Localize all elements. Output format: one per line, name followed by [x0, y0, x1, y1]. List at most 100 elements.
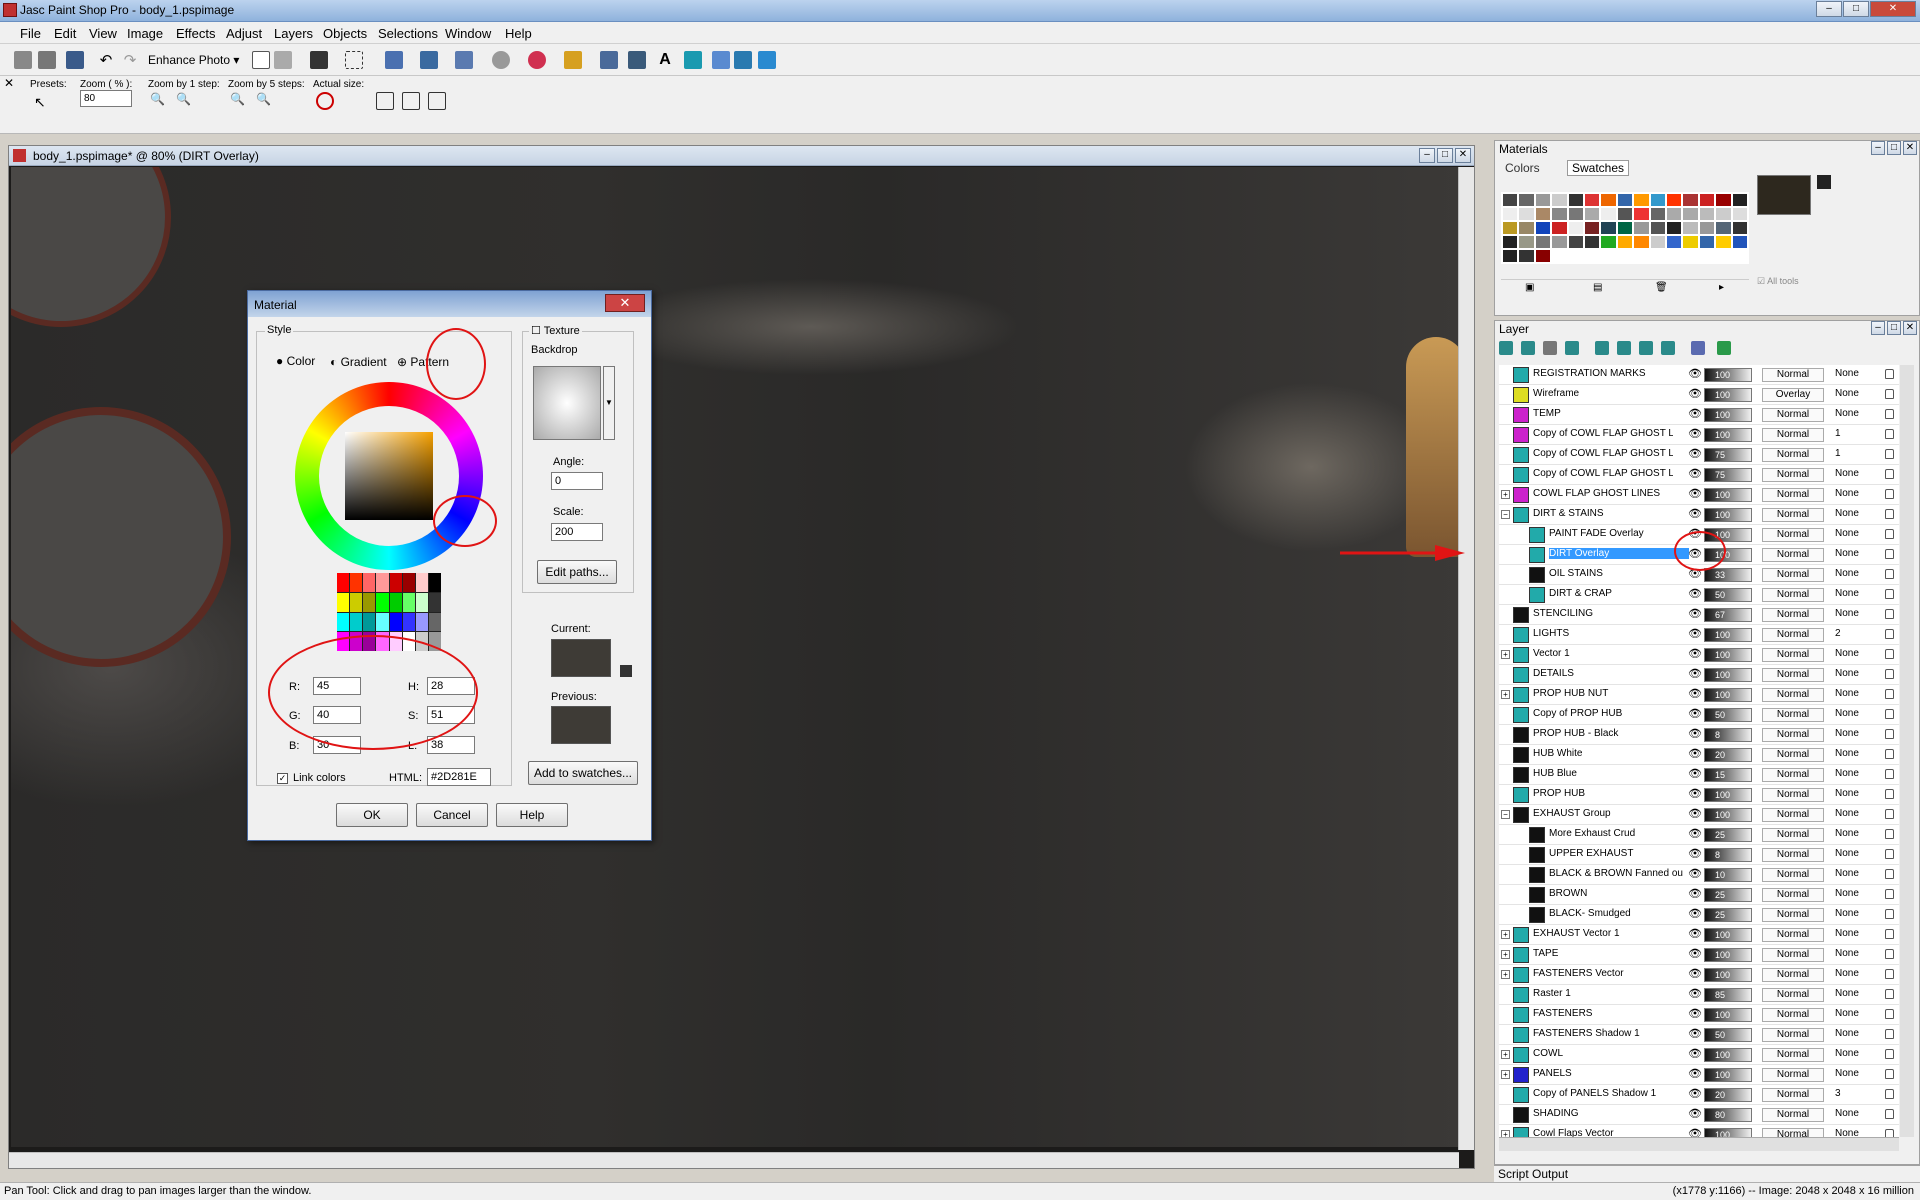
brush-tool-icon[interactable] [564, 51, 582, 69]
lock-icon[interactable] [1885, 549, 1894, 559]
layer-row[interactable]: Copy of COWL FLAP GHOST LI 👁 100 Normal 1 [1499, 425, 1899, 445]
scale-input[interactable] [551, 523, 603, 541]
visibility-eye-icon[interactable]: 👁 [1688, 709, 1702, 720]
lock-icon[interactable] [1885, 369, 1894, 379]
layer-name[interactable]: OIL STAINS [1549, 568, 1689, 579]
visibility-eye-icon[interactable]: 👁 [1688, 669, 1702, 680]
opacity-slider[interactable]: 100 [1704, 408, 1752, 422]
lock-icon[interactable] [1885, 1129, 1894, 1137]
menu-objects[interactable]: Objects [323, 26, 367, 41]
lock-icon[interactable] [1885, 929, 1894, 939]
blend-mode-select[interactable]: Normal [1762, 628, 1824, 642]
expand-toggle-icon[interactable]: + [1501, 690, 1510, 699]
menu-image[interactable]: Image [127, 26, 163, 41]
blend-mode-select[interactable]: Normal [1762, 668, 1824, 682]
link-set-value[interactable]: None [1835, 948, 1859, 959]
link-set-value[interactable]: None [1835, 1028, 1859, 1039]
blend-mode-select[interactable]: Normal [1762, 1128, 1824, 1137]
opacity-slider[interactable]: 100 [1704, 948, 1752, 962]
opacity-slider[interactable]: 100 [1704, 1068, 1752, 1082]
dialog-close-button[interactable]: ✕ [605, 294, 645, 312]
lock-icon[interactable] [1885, 689, 1894, 699]
lock-icon[interactable] [1885, 869, 1894, 879]
opacity-slider[interactable]: 100 [1704, 968, 1752, 982]
link-set-value[interactable]: None [1835, 748, 1859, 759]
cancel-button[interactable]: Cancel [416, 803, 488, 827]
expand-toggle-icon[interactable]: + [1501, 490, 1510, 499]
expand-toggle-icon[interactable]: + [1501, 1130, 1510, 1137]
menu-selections[interactable]: Selections [378, 26, 438, 41]
link-set-value[interactable]: None [1835, 528, 1859, 539]
blend-mode-select[interactable]: Normal [1762, 1048, 1824, 1062]
layer-row[interactable]: SHADING 👁 80 Normal None [1499, 1105, 1899, 1125]
blend-mode-select[interactable]: Normal [1762, 1068, 1824, 1082]
blend-mode-select[interactable]: Normal [1762, 708, 1824, 722]
blend-mode-select[interactable]: Normal [1762, 588, 1824, 602]
layer-name[interactable]: PROP HUB [1533, 788, 1673, 799]
blend-mode-select[interactable]: Normal [1762, 408, 1824, 422]
undo-icon[interactable]: ↶ [97, 51, 115, 69]
lock-icon[interactable] [1885, 649, 1894, 659]
link-set-value[interactable]: 3 [1835, 1088, 1841, 1099]
layer-name[interactable]: EXHAUST Vector 1 [1533, 928, 1673, 939]
link-set-value[interactable]: None [1835, 708, 1859, 719]
close-button[interactable]: ✕ [1870, 1, 1916, 17]
link-set-value[interactable]: 1 [1835, 448, 1841, 459]
opacity-slider[interactable]: 25 [1704, 908, 1752, 922]
layer-name[interactable]: BLACK- Smudged [1549, 908, 1689, 919]
layer-row[interactable]: Copy of PROP HUB 👁 50 Normal None [1499, 705, 1899, 725]
blend-mode-select[interactable]: Normal [1762, 368, 1824, 382]
layer-row[interactable]: DIRT & CRAP 👁 50 Normal None [1499, 585, 1899, 605]
visibility-eye-icon[interactable]: 👁 [1688, 1109, 1702, 1120]
layer-name[interactable]: STENCILING [1533, 608, 1673, 619]
layer-name[interactable]: Copy of PANELS Shadow 1 [1533, 1088, 1673, 1099]
pan-tool-preset-icon[interactable]: ↖ [34, 94, 46, 111]
background-swatch[interactable] [1817, 175, 1831, 189]
opacity-slider[interactable]: 25 [1704, 888, 1752, 902]
blend-mode-select[interactable]: Normal [1762, 788, 1824, 802]
layer-close-button[interactable]: ✕ [1903, 321, 1917, 335]
visibility-eye-icon[interactable]: 👁 [1688, 589, 1702, 600]
layer-row[interactable]: + COWL 👁 100 Normal None [1499, 1045, 1899, 1065]
promote-layer-icon[interactable] [1639, 341, 1653, 355]
layer-row[interactable]: BLACK- Smudged 👁 25 Normal None [1499, 905, 1899, 925]
layer-row[interactable]: + EXHAUST Vector 1 👁 100 Normal None [1499, 925, 1899, 945]
opacity-slider[interactable]: 100 [1704, 488, 1752, 502]
blend-mode-select[interactable]: Normal [1762, 448, 1824, 462]
opacity-slider[interactable]: 50 [1704, 588, 1752, 602]
pen-tool-icon[interactable] [712, 51, 730, 69]
layer-row[interactable]: Copy of COWL FLAP GHOST LI 👁 75 Normal None [1499, 465, 1899, 485]
layer-name[interactable]: Raster 1 [1533, 988, 1673, 999]
blend-mode-select[interactable]: Normal [1762, 428, 1824, 442]
layer-name[interactable]: Vector 1 [1533, 648, 1673, 659]
swap-swatch-icon[interactable] [620, 665, 632, 677]
opacity-slider[interactable]: 50 [1704, 708, 1752, 722]
visibility-eye-icon[interactable]: 👁 [1688, 749, 1702, 760]
layer-name[interactable]: PAINT FADE Overlay [1549, 528, 1689, 539]
doc-minimize-button[interactable]: – [1419, 148, 1435, 163]
horizontal-scrollbar[interactable] [9, 1152, 1459, 1168]
layer-name[interactable]: DETAILS [1533, 668, 1673, 679]
layer-row[interactable]: + Vector 1 👁 100 Normal None [1499, 645, 1899, 665]
marquee-tool-icon[interactable] [345, 51, 363, 69]
layer-row[interactable]: PROP HUB - Black 👁 8 Normal None [1499, 725, 1899, 745]
menu-adjust[interactable]: Adjust [226, 26, 262, 41]
layer-name[interactable]: Cowl Flaps Vector [1533, 1128, 1673, 1137]
link-set-value[interactable]: None [1835, 1108, 1859, 1119]
visibility-eye-icon[interactable]: 👁 [1688, 1009, 1702, 1020]
fit-image-icon[interactable] [402, 92, 420, 110]
link-set-value[interactable]: None [1835, 588, 1859, 599]
layer-min-button[interactable]: – [1871, 321, 1885, 335]
visibility-eye-icon[interactable]: 👁 [1688, 1129, 1702, 1138]
layer-name[interactable]: Wireframe [1533, 388, 1673, 399]
opacity-slider[interactable]: 10 [1704, 868, 1752, 882]
opacity-slider[interactable]: 75 [1704, 448, 1752, 462]
layer-row[interactable]: − DIRT & STAINS 👁 100 Normal None [1499, 505, 1899, 525]
layer-name[interactable]: SHADING [1533, 1108, 1673, 1119]
link-set-value[interactable]: None [1835, 1008, 1859, 1019]
texture-preview[interactable] [533, 366, 601, 440]
layer-row[interactable]: REGISTRATION MARKS 👁 100 Normal None [1499, 365, 1899, 385]
lock-icon[interactable] [1885, 909, 1894, 919]
actual-size-icon[interactable] [316, 92, 334, 110]
menu-layers[interactable]: Layers [274, 26, 313, 41]
